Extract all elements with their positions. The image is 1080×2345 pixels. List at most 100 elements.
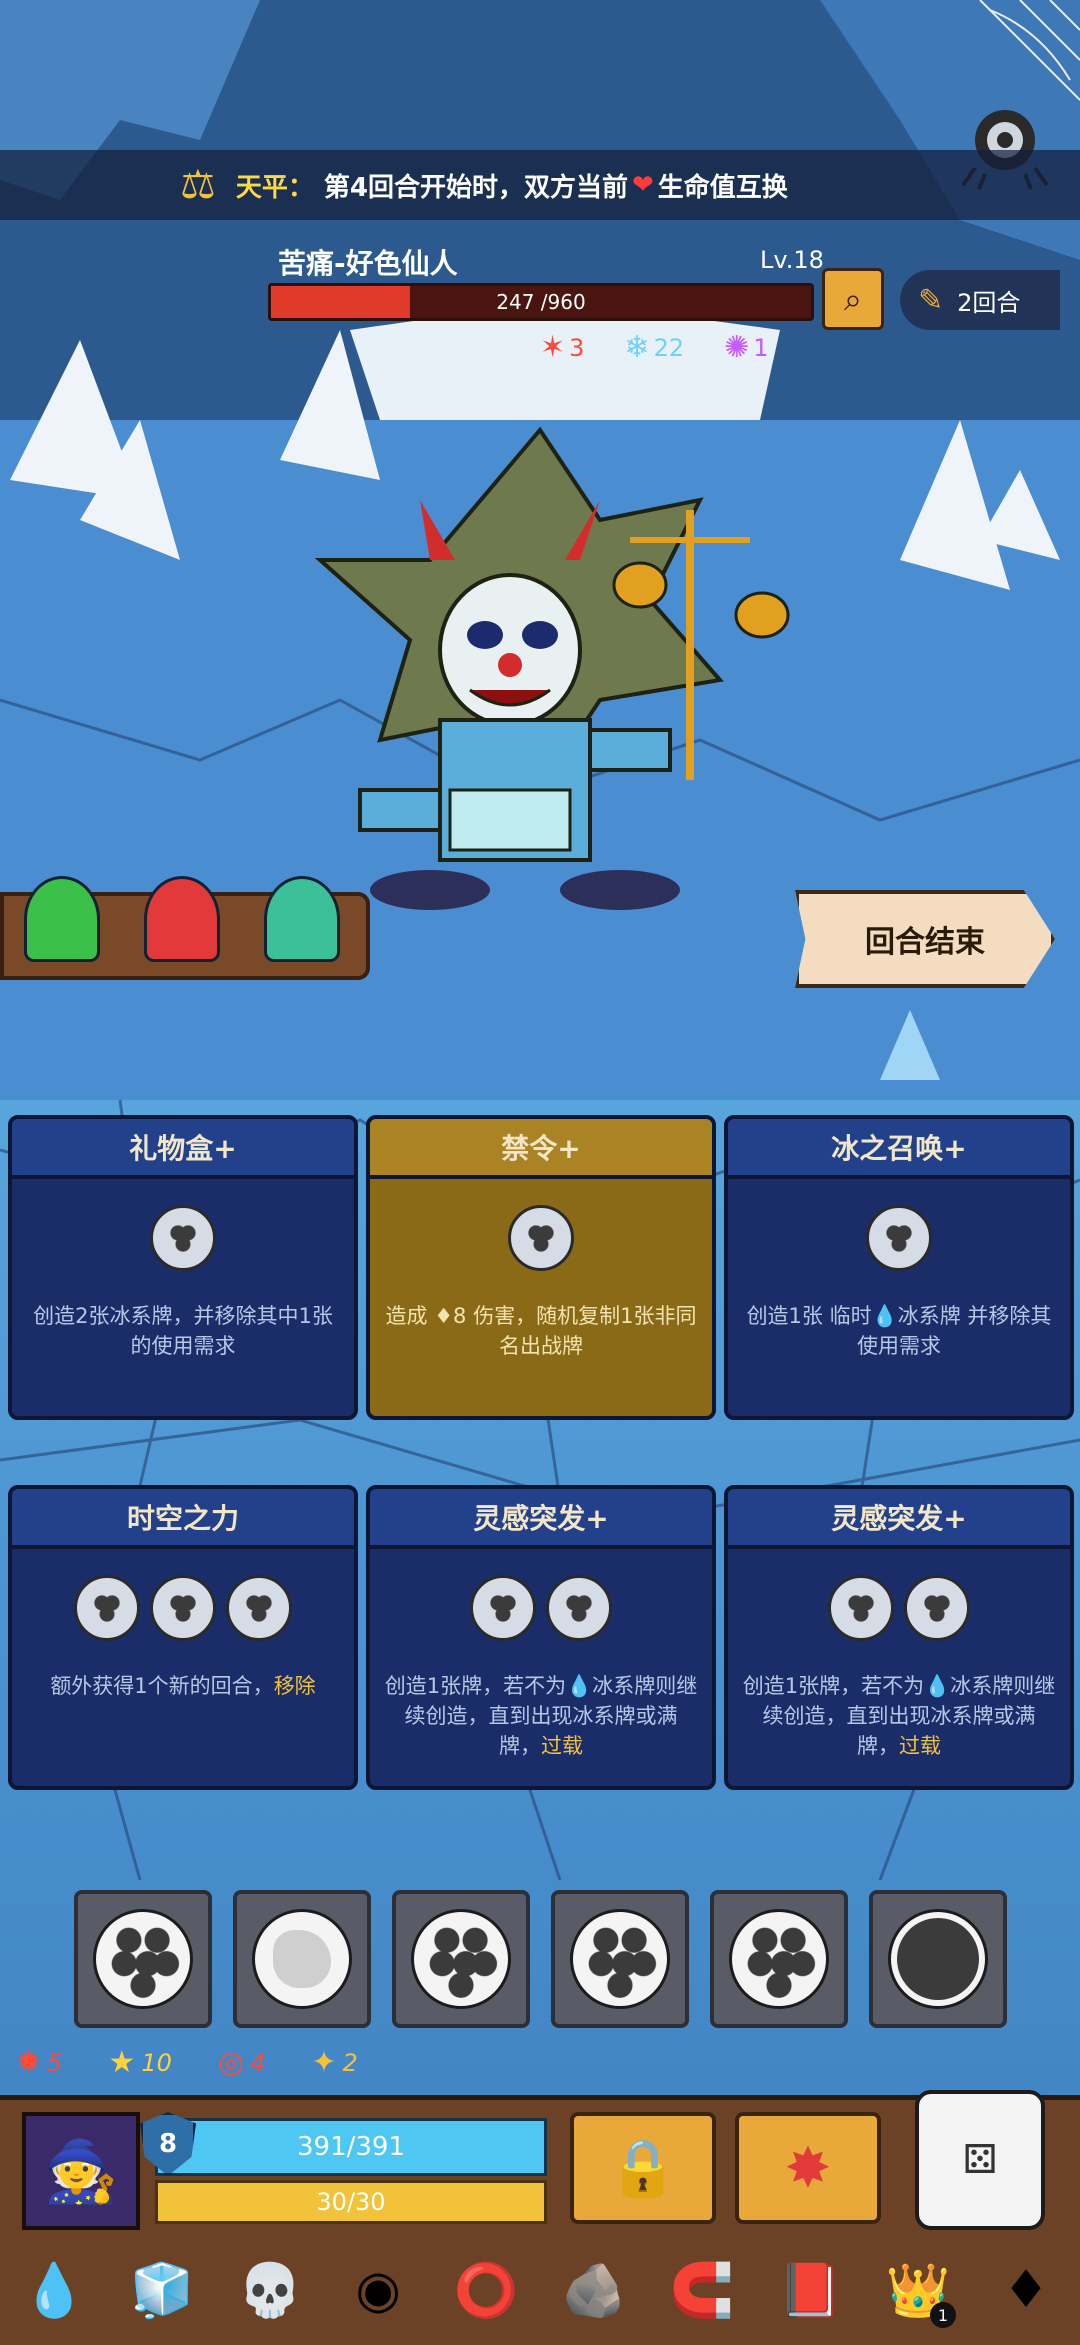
card-description-text: 造成 ♦8 伤害，随机复制1张非同名出战牌 — [385, 1304, 697, 1358]
fire-ring-relic-icon[interactable]: ◉ — [338, 2250, 418, 2330]
skill-card[interactable]: 冰之召唤+ 创造1张 临时💧冰系牌 并移除其使用需求 — [724, 1115, 1074, 1420]
dice-cost-slot-icon[interactable] — [866, 1205, 932, 1271]
card-description: 额外获得1个新的回合，移除 — [12, 1645, 354, 1701]
heart-icon: ❤ — [631, 170, 654, 200]
armor-value: 8 — [158, 2129, 178, 2159]
card-keyword: 过载 — [541, 1734, 583, 1758]
player-stat[interactable]: ✦ 2 — [311, 2045, 357, 2080]
potion-shelf — [0, 876, 370, 980]
cluster-die-icon — [411, 1909, 511, 2009]
card-description-text: 额外获得1个新的回合， — [50, 1674, 274, 1698]
frost-skull-relic-icon[interactable]: 💀 — [230, 2250, 310, 2330]
spellbook-relic-icon[interactable]: 📕 — [770, 2250, 850, 2330]
round-counter-text: 2回合 — [957, 288, 1021, 317]
dice-slot[interactable] — [392, 1890, 530, 2028]
dice-slot[interactable] — [233, 1890, 371, 2028]
card-keyword: 移除 — [273, 1674, 316, 1698]
card-title: 灵感突发+ — [728, 1489, 1070, 1549]
skill-card[interactable]: 禁令+ 造成 ♦8 伤害，随机复制1张非同名出战牌 — [366, 1115, 716, 1420]
green-potion[interactable] — [24, 876, 100, 962]
dark-die-icon — [888, 1909, 988, 2009]
dice-cost-slot-icon[interactable] — [508, 1205, 574, 1271]
spiral-stat-icon: ◎ — [217, 2045, 245, 2080]
horseshoe-relic-icon[interactable]: 🧲 — [662, 2250, 742, 2330]
player-hp-bar: 391/391 — [155, 2118, 547, 2176]
banner-text-tail: 生命值互换 — [657, 172, 788, 203]
player-stat[interactable]: ★ 10 — [108, 2045, 171, 2080]
card-description: 创造2张冰系牌，并移除其中1张的使用需求 — [12, 1275, 354, 1361]
player-avatar[interactable]: 🧙 — [22, 2112, 140, 2230]
boss-status-value: 1 — [753, 333, 769, 362]
dice-cost-slot-icon[interactable] — [470, 1575, 536, 1641]
card-description: 创造1张牌，若不为💧冰系牌则继续创造，直到出现冰系牌或满牌，过载 — [370, 1645, 712, 1761]
banner-text: 第4回合开始时，双方当前 — [323, 172, 628, 203]
frost-icon: ❄ — [624, 330, 650, 365]
skill-card[interactable]: 时空之力额外获得1个新的回合，移除 — [8, 1485, 358, 1790]
dice-cost-slot-icon[interactable] — [904, 1575, 970, 1641]
relic-bar: 💧 🧊 💀 ◉ ⭕ 🪨 🧲 📕 👑 1 ♦ — [0, 2240, 1080, 2340]
player-energy-bar: 30/30 — [155, 2180, 547, 2224]
card-title: 冰之召唤+ — [728, 1119, 1070, 1179]
skill-card[interactable]: 灵感突发+ 创造1张牌，若不为💧冰系牌则继续创造，直到出现冰系牌或满牌，过载 — [366, 1485, 716, 1790]
dice-slot[interactable] — [74, 1890, 212, 2028]
boss-status-2[interactable]: ✺ 1 — [724, 330, 768, 365]
boss-status-1[interactable]: ❄ 22 — [624, 330, 684, 365]
dice-cost-slot-icon[interactable] — [74, 1575, 140, 1641]
dice-cost-slot-icon[interactable] — [150, 1205, 216, 1271]
dice-icon: ⚄ — [962, 2137, 998, 2183]
player-energy-text: 30/30 — [316, 2188, 386, 2216]
player-stat-value: 4 — [250, 2048, 266, 2077]
magnifier-icon: ⌕ — [844, 279, 862, 318]
player-stat[interactable]: ◎ 4 — [218, 2045, 265, 2080]
bracelet-relic-icon[interactable]: ⭕ — [446, 2250, 526, 2330]
lock-button[interactable]: 🔒 — [570, 2112, 716, 2224]
dice-cost-slot-icon[interactable] — [546, 1575, 612, 1641]
dice-slot[interactable] — [551, 1890, 689, 2028]
inspect-button[interactable]: ⌕ — [822, 268, 884, 330]
dice-cost-slot-icon[interactable] — [150, 1575, 216, 1641]
balance-scale-icon: ⚖ — [180, 162, 216, 208]
skill-card[interactable]: 灵感突发+ 创造1张牌，若不为💧冰系牌则继续创造，直到出现冰系牌或满牌，过载 — [724, 1485, 1074, 1790]
round-counter: ✎ 2回合 — [900, 270, 1060, 330]
card-title: 禁令+ — [370, 1119, 712, 1179]
treasure-relic-icon[interactable]: 👑 1 — [878, 2250, 958, 2330]
burn-stat-icon: ✹ — [16, 2045, 42, 2080]
ice-crystal-relic-icon[interactable]: 🧊 — [122, 2250, 202, 2330]
card-dice-costs — [728, 1205, 1070, 1275]
card-dice-costs — [12, 1575, 354, 1645]
red-potion[interactable] — [144, 876, 220, 962]
end-turn-button[interactable]: 回合结束 — [795, 890, 1055, 988]
star-stat-icon: ★ — [108, 2045, 136, 2080]
player-stat-value: 2 — [342, 2048, 358, 2077]
water-drop-relic-icon[interactable]: 💧 — [14, 2250, 94, 2330]
banner-label: 天平： — [235, 172, 314, 203]
dice-cost-slot-icon[interactable] — [226, 1575, 292, 1641]
player-stat[interactable]: ✹ 5 — [16, 2045, 62, 2080]
skill-card[interactable]: 礼物盒+ 创造2张冰系牌，并移除其中1张的使用需求 — [8, 1115, 358, 1420]
effect-banner: ⚖ 天平： 第4回合开始时，双方当前 ❤ 生命值互换 — [0, 150, 1080, 220]
card-description: 创造1张牌，若不为💧冰系牌则继续创造，直到出现冰系牌或满牌，过载 — [728, 1645, 1070, 1761]
stone-relic-icon[interactable]: 🪨 — [554, 2250, 634, 2330]
cluster-die-icon — [93, 1909, 193, 2009]
card-description: 造成 ♦8 伤害，随机复制1张非同名出战牌 — [370, 1275, 712, 1361]
boss-hp-bar: 247 /960 — [268, 283, 814, 321]
card-title: 礼物盒+ — [12, 1119, 354, 1179]
explosion-skill-button[interactable]: ✸ — [735, 2112, 881, 2224]
boss-level: Lv.18 — [760, 246, 824, 274]
card-description-text: 创造1张 临时💧冰系牌 并移除其使用需求 — [746, 1304, 1052, 1358]
dice-slot[interactable] — [710, 1890, 848, 2028]
dice-slot[interactable] — [869, 1890, 1007, 2028]
roll-dice-button[interactable]: ⚄ — [915, 2090, 1045, 2230]
boss-status-value: 22 — [653, 333, 685, 362]
padlock-icon: 🔒 — [608, 2136, 678, 2201]
boss-status-0[interactable]: ✶ 3 — [540, 330, 584, 365]
end-turn-label: 回合结束 — [865, 925, 985, 960]
teal-potion[interactable] — [264, 876, 340, 962]
card-dice-costs — [12, 1205, 354, 1275]
card-keyword: 过载 — [899, 1734, 941, 1758]
ruby-relic-icon[interactable]: ♦ — [986, 2250, 1066, 2330]
dice-cost-slot-icon[interactable] — [828, 1575, 894, 1641]
burn-icon: ✶ — [540, 330, 566, 365]
card-title: 时空之力 — [12, 1489, 354, 1549]
card-dice-costs — [370, 1205, 712, 1275]
